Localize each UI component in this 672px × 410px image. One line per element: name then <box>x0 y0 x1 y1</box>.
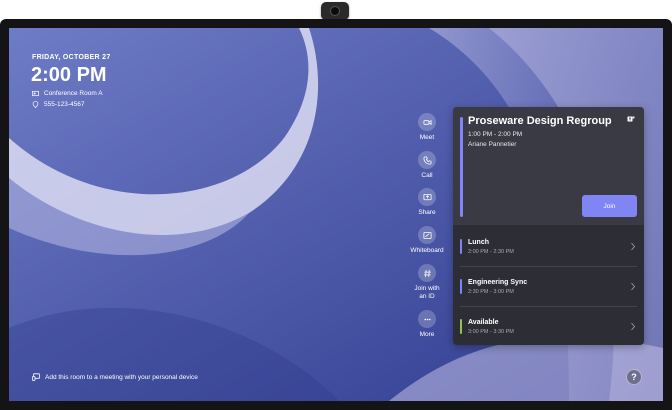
time-label: 2:00 PM <box>31 64 107 86</box>
join-with-id-button[interactable]: Join with an ID <box>402 264 452 301</box>
cast-device-icon <box>32 373 40 381</box>
meet-button[interactable]: Meet <box>402 113 452 142</box>
chevron-right-icon <box>631 282 636 291</box>
chevron-right-icon <box>631 242 636 251</box>
meeting-time: 3:00 PM - 3:30 PM <box>468 329 514 335</box>
call-button[interactable]: Call <box>402 151 452 180</box>
share-label: Share <box>418 209 436 216</box>
hash-icon <box>423 269 431 277</box>
chevron-right-icon <box>631 322 636 331</box>
help-button[interactable]: ? <box>626 369 642 385</box>
meeting-time: 2:00 PM - 2:30 PM <box>468 249 514 255</box>
add-room-text: Add this room to a meeting with your per… <box>45 373 198 381</box>
meetings-panel: Proseware Design Regroup 1:00 PM - 2:00 … <box>453 107 644 345</box>
add-room-link[interactable]: Add this room to a meeting with your per… <box>32 373 198 381</box>
room-icon <box>32 90 39 97</box>
share-screen-icon <box>422 193 432 200</box>
camera <box>321 2 349 20</box>
call-label: Call <box>421 172 433 179</box>
whiteboard-button[interactable]: Whiteboard <box>402 226 452 255</box>
more-icon <box>423 318 431 320</box>
teams-room-screen: FRIDAY, OCTOBER 27 2:00 PM Conference Ro… <box>9 28 663 401</box>
meeting-title: Engineering Sync <box>468 279 528 286</box>
more-button[interactable]: More <box>402 310 452 339</box>
video-icon <box>422 119 432 125</box>
date-label: FRIDAY, OCTOBER 27 <box>32 54 111 61</box>
meeting-item-lunch[interactable]: Lunch 2:00 PM - 2:30 PM <box>453 227 644 267</box>
location-pin-icon <box>32 101 39 108</box>
meeting-color-bar <box>460 319 462 334</box>
featured-meeting-time: 1:00 PM - 2:00 PM <box>468 131 523 138</box>
room-phone: 555-123-4567 <box>44 101 85 108</box>
room-name: Conference Room A <box>44 90 103 97</box>
join-button[interactable]: Join <box>582 195 637 217</box>
meeting-time: 2:30 PM - 3:00 PM <box>468 289 514 295</box>
meeting-color-bar <box>460 279 462 294</box>
camera-icon <box>330 6 340 16</box>
featured-meeting-title: Proseware Design Regroup <box>468 115 612 127</box>
meeting-item-available[interactable]: Available 3:00 PM - 3:30 PM <box>453 307 644 345</box>
teams-icon <box>627 116 635 122</box>
meeting-title: Lunch <box>468 239 489 246</box>
meeting-item-engineering-sync[interactable]: Engineering Sync 2:30 PM - 3:00 PM <box>453 267 644 307</box>
featured-accent-bar <box>460 117 463 217</box>
whiteboard-icon <box>422 231 432 239</box>
meeting-title: Available <box>468 319 499 326</box>
join-with-id-label: Join with an ID <box>414 285 440 300</box>
share-button[interactable]: Share <box>402 188 452 217</box>
featured-meeting-organizer: Ariane Pannetier <box>468 141 517 148</box>
meeting-color-bar <box>460 239 462 254</box>
featured-meeting-card[interactable]: Proseware Design Regroup 1:00 PM - 2:00 … <box>453 107 644 225</box>
phone-icon <box>422 155 432 165</box>
whiteboard-label: Whiteboard <box>410 247 444 254</box>
room-name-row: Conference Room A <box>32 90 103 97</box>
room-phone-row: 555-123-4567 <box>32 101 84 108</box>
more-label: More <box>419 331 435 338</box>
meet-label: Meet <box>419 134 435 141</box>
